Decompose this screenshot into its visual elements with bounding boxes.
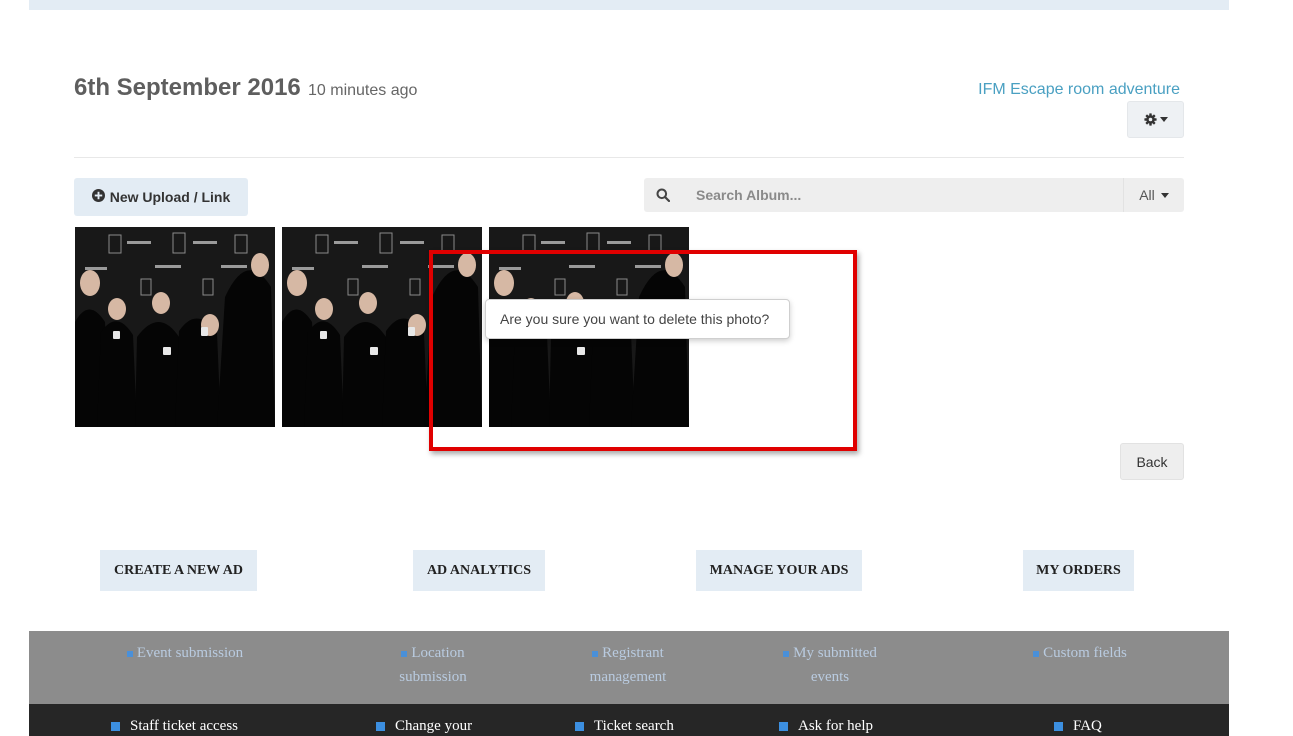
my-orders-button[interactable]: MY ORDERS <box>1023 550 1134 591</box>
filter-dropdown-button[interactable]: All <box>1123 178 1184 212</box>
footer-link-ticket-search[interactable]: Ticket search <box>575 714 674 736</box>
footer-link-custom-fields[interactable]: Custom fields <box>1010 641 1150 665</box>
photo-thumbnail[interactable] <box>75 227 275 427</box>
search-icon[interactable] <box>644 178 682 212</box>
settings-dropdown-button[interactable] <box>1127 101 1184 138</box>
top-bar <box>29 0 1229 10</box>
highlight-annotation <box>429 250 857 451</box>
bullet-icon <box>376 722 385 732</box>
header-divider <box>74 157 1184 158</box>
footer-link-faq[interactable]: FAQ <box>1054 714 1102 736</box>
back-button[interactable]: Back <box>1120 443 1184 480</box>
album-search: All <box>644 178 1184 212</box>
album-date: 6th September 2016 <box>74 74 301 101</box>
gear-icon <box>1143 113 1157 126</box>
ad-analytics-button[interactable]: AD ANALYTICS <box>413 550 545 591</box>
filter-label: All <box>1139 187 1155 203</box>
bullet-icon <box>783 650 790 657</box>
new-upload-label: New Upload / Link <box>109 189 231 205</box>
plus-circle-icon <box>91 189 105 205</box>
footer-link-location-submission[interactable]: Location submission <box>368 641 498 689</box>
footer-link-event-submission[interactable]: Event submission <box>90 641 280 665</box>
chevron-down-icon <box>1159 117 1168 122</box>
bullet-icon <box>401 650 408 657</box>
manage-ads-button[interactable]: MANAGE YOUR ADS <box>696 550 862 591</box>
event-link[interactable]: IFM Escape room adventure <box>978 81 1180 99</box>
bullet-icon <box>126 650 133 657</box>
delete-confirm-popover[interactable]: Are you sure you want to delete this pho… <box>485 299 790 339</box>
footer-link-registrant-management[interactable]: Registrant management <box>563 641 693 689</box>
footer-link-ask-for-help[interactable]: Ask for help <box>779 714 873 736</box>
bullet-icon <box>1033 650 1040 657</box>
chevron-down-icon <box>1160 192 1169 198</box>
footer-link-staff-ticket-access[interactable]: Staff ticket access <box>111 714 238 736</box>
bullet-icon <box>575 722 584 732</box>
bullet-icon <box>779 722 788 732</box>
create-ad-button[interactable]: CREATE A NEW AD <box>100 550 257 591</box>
footer-link-my-submitted-events[interactable]: My submitted events <box>765 641 895 689</box>
delete-confirm-text: Are you sure you want to delete this pho… <box>500 311 770 327</box>
bullet-icon <box>111 722 120 732</box>
bullet-icon <box>1054 722 1063 732</box>
new-upload-button[interactable]: New Upload / Link <box>74 178 248 216</box>
album-time-ago: 10 minutes ago <box>308 82 418 99</box>
search-input[interactable] <box>682 178 1123 212</box>
footer-link-change-your[interactable]: Change your <box>376 714 472 736</box>
bullet-icon <box>592 650 599 657</box>
